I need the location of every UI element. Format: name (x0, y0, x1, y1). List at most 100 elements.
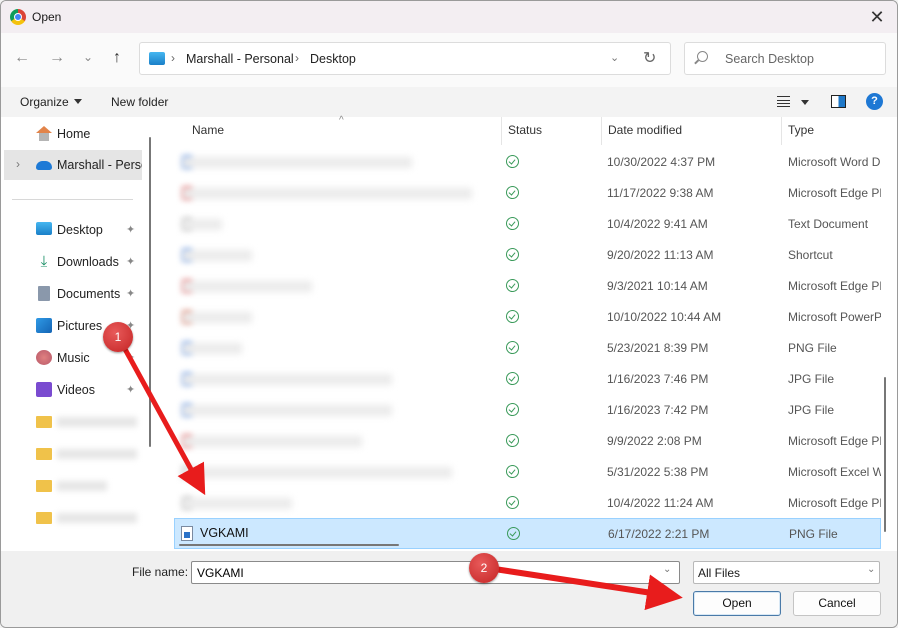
file-row[interactable]: 1/16/2023 7:46 PM JPG File (174, 364, 881, 395)
sync-status-available-icon (506, 279, 519, 292)
blurred-file-name (182, 188, 472, 199)
sync-status-available-icon (506, 155, 519, 168)
navigation-bar: ← → ⌄ ↑ › Marshall - Personal › Desktop … (1, 33, 897, 87)
help-icon[interactable]: ? (866, 93, 883, 110)
sidebar-item-desktop[interactable]: Desktop ✦ (1, 215, 142, 245)
sync-status-available-icon (506, 310, 519, 323)
blurred-file-name (182, 405, 392, 416)
title-bar: Open ✕ (1, 1, 897, 33)
recent-locations-button[interactable]: ⌄ (77, 50, 99, 64)
music-icon (36, 350, 52, 365)
sync-status-available-icon (506, 341, 519, 354)
pin-icon[interactable]: ✦ (126, 351, 135, 364)
date-modified: 6/17/2022 2:21 PM (608, 527, 710, 541)
refresh-icon[interactable]: ↻ (643, 48, 656, 68)
preview-pane-icon[interactable] (831, 95, 846, 108)
file-row[interactable]: 10/4/2022 9:41 AM Text Document (174, 209, 881, 240)
close-button[interactable]: ✕ (857, 1, 897, 33)
column-divider[interactable] (501, 117, 502, 145)
sidebar-item-label: Marshall - Personal (57, 158, 142, 172)
file-row[interactable]: 5/31/2022 5:38 PM Microsoft Excel W (174, 457, 881, 488)
blurred-file-name (182, 250, 252, 261)
breadcrumb-desktop[interactable]: Desktop (310, 52, 356, 66)
sidebar-item-marshall-personal[interactable]: › Marshall - Personal (4, 150, 142, 180)
file-row[interactable]: 9/9/2022 2:08 PM Microsoft Edge PD (174, 426, 881, 457)
open-button[interactable]: Open (693, 591, 781, 616)
sidebar-item-downloads[interactable]: ⤓ Downloads ✦ (1, 247, 142, 277)
file-row[interactable]: 9/3/2021 10:14 AM Microsoft Edge PD (174, 271, 881, 302)
folder-icon (36, 416, 52, 428)
column-header-name[interactable]: Name (192, 123, 224, 137)
file-row[interactable]: 11/17/2022 9:38 AM Microsoft Edge PD (174, 178, 881, 209)
up-button[interactable]: ↑ (106, 49, 128, 67)
file-type-dropdown-icon[interactable]: ⌄ (867, 564, 875, 575)
pin-icon[interactable]: ✦ (126, 287, 135, 300)
file-row[interactable]: 1/16/2023 7:42 PM JPG File (174, 395, 881, 426)
file-type-select[interactable]: All Files (693, 561, 880, 584)
blurred-file-name (182, 219, 222, 230)
file-row[interactable]: 10/4/2022 11:24 AM Microsoft Edge PD (174, 488, 881, 519)
pin-icon[interactable]: ✦ (126, 223, 135, 236)
sidebar-item-folder[interactable] (1, 407, 142, 437)
blurred-file-name (182, 312, 252, 323)
back-button[interactable]: ← (11, 49, 33, 67)
expand-chevron-icon[interactable]: › (16, 157, 20, 171)
view-list-icon[interactable] (777, 96, 790, 107)
column-divider[interactable] (601, 117, 602, 145)
sync-status-available-icon (506, 248, 519, 261)
pin-icon[interactable]: ✦ (126, 383, 135, 396)
forward-button[interactable]: → (46, 49, 68, 67)
date-modified: 10/4/2022 11:24 AM (607, 496, 714, 510)
blurred-file-name (182, 374, 392, 385)
documents-icon (38, 286, 50, 301)
date-modified: 5/31/2022 5:38 PM (607, 465, 709, 479)
organize-button[interactable]: Organize (20, 95, 82, 109)
column-divider[interactable] (781, 117, 782, 145)
this-pc-icon (149, 52, 165, 65)
file-name-dropdown-icon[interactable]: ⌄ (663, 564, 671, 575)
date-modified: 10/4/2022 9:41 AM (607, 217, 708, 231)
file-row[interactable]: 9/20/2022 11:13 AM Shortcut (174, 240, 881, 271)
pin-icon[interactable]: ✦ (126, 255, 135, 268)
address-bar[interactable]: › Marshall - Personal › Desktop ⌄ ↻ (139, 42, 671, 75)
date-modified: 11/17/2022 9:38 AM (607, 186, 714, 200)
sidebar-item-folder[interactable] (1, 503, 142, 533)
search-icon (697, 51, 708, 62)
blurred-file-name (182, 281, 312, 292)
file-row[interactable]: 5/23/2021 8:39 PM PNG File (174, 333, 881, 364)
column-header-type[interactable]: Type (788, 123, 814, 137)
blurred-folder-name (57, 481, 107, 491)
sync-status-available-icon (506, 217, 519, 230)
folder-icon (36, 448, 52, 460)
sidebar-item-documents[interactable]: Documents ✦ (1, 279, 142, 309)
sidebar-item-folder[interactable] (1, 439, 142, 469)
file-row[interactable]: 10/30/2022 4:37 PM Microsoft Word D (174, 147, 881, 178)
sync-status-available-icon (506, 372, 519, 385)
sidebar-item-home[interactable]: Home (1, 119, 142, 149)
date-modified: 5/23/2021 8:39 PM (607, 341, 709, 355)
sidebar-item-folder[interactable] (1, 471, 142, 501)
sort-ascending-icon: ^ (339, 115, 344, 126)
folder-icon (36, 480, 52, 492)
sidebar-scrollbar[interactable] (149, 137, 151, 447)
file-name-input[interactable] (191, 561, 680, 584)
breadcrumb-marshall-personal[interactable]: Marshall - Personal (186, 52, 294, 66)
new-folder-button[interactable]: New folder (111, 95, 168, 109)
file-row[interactable]: 10/10/2022 10:44 AM Microsoft PowerP (174, 302, 881, 333)
file-type: Text Document (788, 217, 869, 231)
column-header-status[interactable]: Status (508, 123, 542, 137)
view-options-caret-icon[interactable] (801, 100, 809, 105)
cancel-button[interactable]: Cancel (793, 591, 881, 616)
sidebar-divider (12, 199, 133, 200)
sync-status-available-icon (506, 434, 519, 447)
blurred-folder-name (57, 513, 137, 523)
horizontal-scrollbar[interactable] (179, 544, 399, 546)
blurred-folder-name (57, 417, 137, 427)
address-dropdown-icon[interactable]: ⌄ (610, 51, 619, 64)
desktop-icon (36, 222, 52, 235)
sidebar-item-videos[interactable]: Videos ✦ (1, 375, 142, 405)
search-box[interactable]: Search Desktop (684, 42, 886, 75)
column-header-date-modified[interactable]: Date modified (608, 123, 682, 137)
vertical-scrollbar[interactable] (884, 377, 886, 532)
date-modified: 9/20/2022 11:13 AM (607, 248, 714, 262)
